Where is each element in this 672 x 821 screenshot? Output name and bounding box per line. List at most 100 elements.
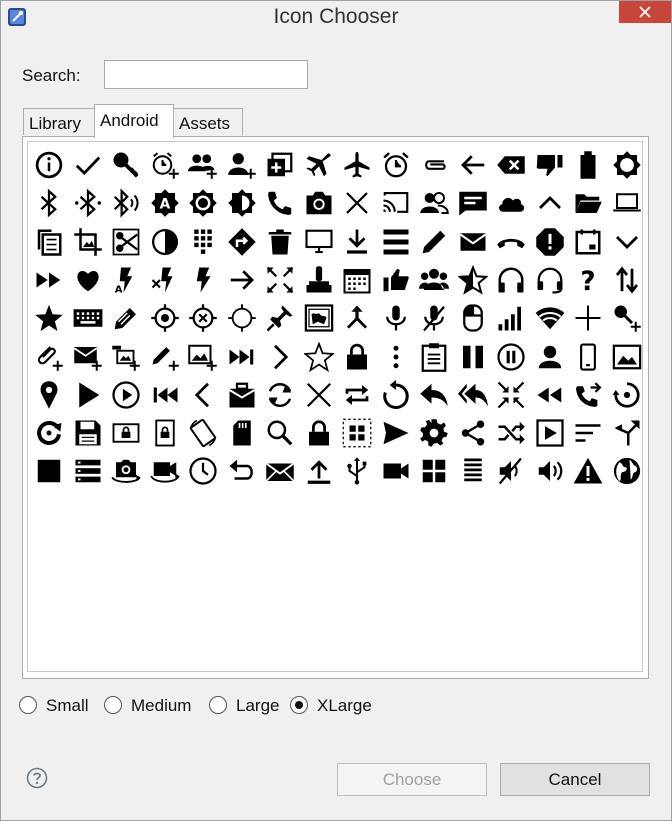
icon-cell[interactable] <box>188 380 218 410</box>
icon-cell[interactable] <box>150 303 180 333</box>
icon-cell[interactable] <box>419 380 449 410</box>
icon-cell[interactable] <box>381 150 411 180</box>
icon-cell[interactable]: A <box>111 265 141 295</box>
icon-cell[interactable] <box>342 418 372 448</box>
icon-cell[interactable] <box>265 227 295 257</box>
icon-cell[interactable] <box>227 265 257 295</box>
icon-cell[interactable] <box>303 341 334 372</box>
icon-cell[interactable] <box>612 265 642 295</box>
icon-cell[interactable] <box>111 227 141 257</box>
icon-cell[interactable] <box>381 188 411 218</box>
icon-cell[interactable] <box>111 150 141 180</box>
icon-cell[interactable] <box>73 227 103 257</box>
icon-cell[interactable] <box>227 227 257 257</box>
icon-cell[interactable] <box>150 342 180 372</box>
icon-cell[interactable] <box>419 227 449 257</box>
icon-cell[interactable] <box>573 150 603 180</box>
icon-cell[interactable] <box>111 456 141 486</box>
icon-cell[interactable] <box>381 342 411 372</box>
icon-cell[interactable] <box>111 303 141 333</box>
icon-cell[interactable] <box>496 342 526 372</box>
icon-cell[interactable] <box>227 188 257 218</box>
icon-cell[interactable] <box>381 379 411 410</box>
icon-cell[interactable] <box>535 265 565 295</box>
icon-cell[interactable] <box>457 264 488 295</box>
icon-cell[interactable] <box>419 342 449 372</box>
icon-cell[interactable]: A <box>150 188 180 218</box>
icon-cell[interactable] <box>227 342 257 372</box>
icon-cell[interactable] <box>265 265 295 295</box>
choose-button[interactable]: Choose <box>337 763 487 796</box>
icon-cell[interactable] <box>496 418 526 448</box>
close-button[interactable] <box>619 1 671 23</box>
icon-cell[interactable] <box>111 188 141 218</box>
icon-cell[interactable] <box>73 188 103 218</box>
tab-assets[interactable]: Assets <box>173 108 243 135</box>
icon-grid[interactable]: A A? <box>27 141 643 672</box>
icon-cell[interactable] <box>496 380 526 410</box>
icon-cell[interactable] <box>612 188 642 218</box>
icon-cell[interactable] <box>573 303 603 333</box>
icon-cell[interactable] <box>304 418 334 448</box>
icon-cell[interactable] <box>573 418 603 448</box>
icon-cell[interactable] <box>496 227 526 257</box>
icon-cell[interactable] <box>496 265 526 295</box>
icon-cell[interactable] <box>535 303 565 333</box>
icon-cell[interactable] <box>381 303 411 333</box>
radio-xlarge-indicator[interactable] <box>290 696 308 714</box>
icon-cell[interactable]: ? <box>573 265 603 295</box>
icon-cell[interactable] <box>342 380 372 410</box>
icon-cell[interactable] <box>458 303 488 333</box>
tab-library[interactable]: Library <box>23 108 95 135</box>
icon-cell[interactable] <box>342 342 372 372</box>
icon-cell[interactable] <box>419 303 449 333</box>
icon-cell[interactable] <box>573 227 603 257</box>
icon-cell[interactable] <box>304 265 334 295</box>
icon-cell[interactable] <box>458 227 488 257</box>
help-icon[interactable] <box>26 767 48 789</box>
icon-cell[interactable] <box>612 150 642 180</box>
icon-cell[interactable] <box>265 188 295 218</box>
icon-cell[interactable] <box>265 456 295 486</box>
icon-cell[interactable] <box>227 150 257 180</box>
icon-cell[interactable] <box>188 150 218 180</box>
icon-cell[interactable] <box>381 265 411 295</box>
icon-cell[interactable] <box>265 342 295 372</box>
icon-cell[interactable] <box>612 342 642 372</box>
icon-cell[interactable] <box>34 303 64 333</box>
icon-cell[interactable] <box>381 227 411 257</box>
icon-cell[interactable] <box>573 188 603 218</box>
icon-cell[interactable] <box>381 456 411 486</box>
icon-cell[interactable] <box>535 150 565 180</box>
icon-cell[interactable] <box>150 380 180 410</box>
icon-cell[interactable] <box>73 342 103 372</box>
icon-cell[interactable] <box>73 150 103 180</box>
icon-cell[interactable] <box>73 456 103 486</box>
icon-cell[interactable] <box>496 456 526 486</box>
icon-cell[interactable] <box>304 303 334 333</box>
icon-cell[interactable] <box>73 303 103 333</box>
icon-cell[interactable] <box>188 456 218 486</box>
icon-cell[interactable] <box>419 150 449 180</box>
cancel-button[interactable]: Cancel <box>500 763 650 796</box>
icon-cell[interactable] <box>458 188 488 218</box>
icon-cell[interactable] <box>612 380 642 410</box>
icon-cell[interactable] <box>342 265 372 295</box>
icon-cell[interactable] <box>342 227 372 257</box>
icon-cell[interactable] <box>458 150 488 180</box>
icon-cell[interactable] <box>150 150 180 180</box>
icon-cell[interactable] <box>149 456 180 486</box>
icon-cell[interactable] <box>419 188 449 218</box>
icon-cell[interactable] <box>535 418 565 448</box>
icon-cell[interactable] <box>612 456 642 486</box>
icon-cell[interactable] <box>612 418 642 448</box>
icon-cell[interactable] <box>227 380 257 410</box>
radio-large-indicator[interactable] <box>209 696 227 714</box>
icon-cell[interactable] <box>304 380 334 410</box>
icon-cell[interactable] <box>458 418 488 448</box>
icon-cell[interactable] <box>111 342 141 372</box>
icon-cell[interactable] <box>150 265 180 295</box>
icon-cell[interactable] <box>73 418 103 448</box>
icon-cell[interactable] <box>342 456 372 486</box>
icon-cell[interactable] <box>535 227 565 257</box>
